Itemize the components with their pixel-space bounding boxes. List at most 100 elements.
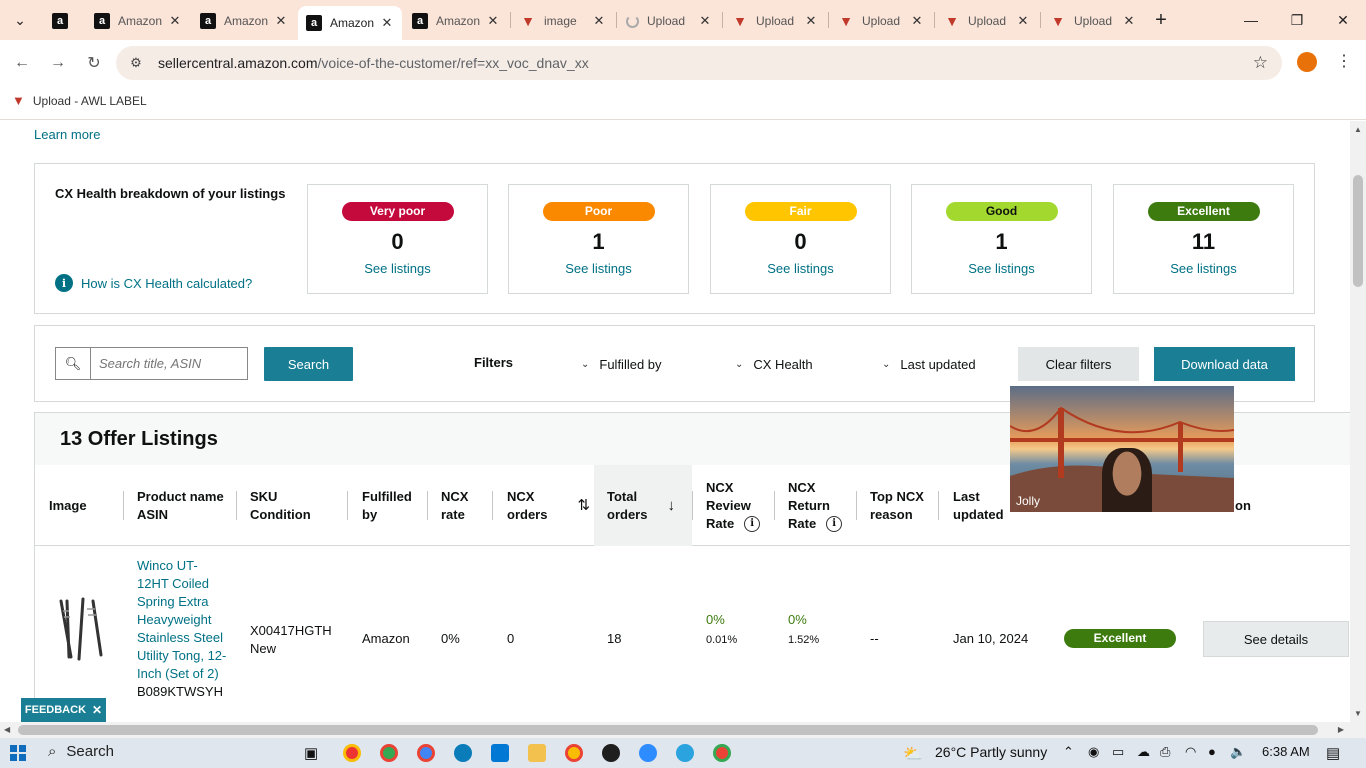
scroll-up-icon[interactable]: ▲ xyxy=(1354,125,1362,134)
close-tab-icon[interactable]: ✕ xyxy=(592,13,606,29)
minimize-icon[interactable]: — xyxy=(1228,0,1274,40)
browser-tab[interactable]: ▼ image ✕ xyxy=(512,6,614,36)
file-explorer-icon[interactable] xyxy=(528,744,546,762)
close-tab-icon[interactable]: ✕ xyxy=(910,13,924,29)
scroll-left-icon[interactable]: ◀ xyxy=(4,725,10,734)
back-arrow-icon[interactable]: ← xyxy=(9,50,35,76)
browser-tab[interactable]: ▼ Upload ✕ xyxy=(724,6,826,36)
chrome-icon[interactable] xyxy=(380,744,398,762)
feedback-button[interactable]: FEEDBACK ✕ xyxy=(21,698,106,722)
browser-tab[interactable]: Upload ✕ xyxy=(618,6,720,36)
record-icon[interactable]: ◉ xyxy=(1088,744,1099,760)
scroll-right-icon[interactable]: ▶ xyxy=(1338,725,1344,734)
browser-tab[interactable]: ▼ Upload ✕ xyxy=(1042,6,1144,36)
see-listings-link[interactable]: See listings xyxy=(509,261,688,276)
restore-icon[interactable]: ❐ xyxy=(1274,0,1320,40)
browser-tab[interactable]: a xyxy=(44,6,84,36)
close-tab-icon[interactable]: ✕ xyxy=(380,15,394,31)
clock[interactable]: 6:38 AM xyxy=(1262,744,1310,759)
search-button[interactable]: Search xyxy=(264,347,353,381)
close-tab-icon[interactable]: ✕ xyxy=(1122,13,1136,29)
vertical-scrollbar[interactable]: ▲ ▼ xyxy=(1350,121,1366,722)
browser-tab[interactable]: a Amazon ✕ xyxy=(86,6,190,36)
info-icon[interactable]: i xyxy=(744,516,761,533)
browser-tab[interactable]: ▼ Upload ✕ xyxy=(936,6,1038,36)
wifi-icon[interactable]: ◠ xyxy=(1185,744,1196,760)
notifications-icon[interactable]: ▤ xyxy=(1326,744,1340,762)
weather-icon[interactable]: ⛅ xyxy=(903,744,923,764)
cx-health-dropdown[interactable]: ⌄ CX Health xyxy=(735,357,813,372)
col-ncx-rate[interactable]: NCX rate xyxy=(441,465,468,546)
col-total-orders[interactable]: Total orders ↓ xyxy=(594,465,692,546)
forward-arrow-icon[interactable]: → xyxy=(45,50,71,76)
weather-text[interactable]: 26°C Partly sunny xyxy=(935,744,1047,760)
reload-icon[interactable]: ↻ xyxy=(81,50,107,76)
close-tab-icon[interactable]: ✕ xyxy=(274,13,288,29)
fulfilled-by-dropdown[interactable]: ⌄ Fulfilled by xyxy=(581,357,662,372)
taskbar-search[interactable]: ⌕ Search xyxy=(48,743,114,760)
clear-filters-button[interactable]: Clear filters xyxy=(1018,347,1139,381)
horizontal-scrollbar[interactable]: ◀ ▶ xyxy=(0,722,1366,738)
speaker-icon[interactable]: 🔈 xyxy=(1230,744,1246,760)
col-last-updated[interactable]: Last updated xyxy=(953,465,1004,546)
microphone-icon[interactable]: ● xyxy=(1208,744,1216,759)
col-fulfilled-by[interactable]: Fulfilled by xyxy=(362,465,412,546)
col-top-ncx-reason[interactable]: Top NCX reason xyxy=(870,465,924,546)
chrome-icon[interactable] xyxy=(417,744,435,762)
store-icon[interactable] xyxy=(491,744,509,762)
browser-tab-active[interactable]: a Amazon ✕ xyxy=(298,6,402,40)
browser-tab[interactable]: ▼ Upload ✕ xyxy=(830,6,932,36)
video-call-overlay[interactable]: Jolly xyxy=(1010,386,1234,512)
edge-icon[interactable] xyxy=(454,744,472,762)
windows-start-icon[interactable] xyxy=(10,745,26,761)
scroll-thumb[interactable] xyxy=(18,725,1318,735)
close-tab-icon[interactable]: ✕ xyxy=(1016,13,1030,29)
chevron-up-icon[interactable]: ⌃ xyxy=(1063,744,1074,760)
sort-down-arrow-icon[interactable]: ↓ xyxy=(667,497,675,515)
learn-more-link[interactable]: Learn more xyxy=(34,127,100,142)
col-product[interactable]: Product name ASIN xyxy=(137,465,224,546)
browser-tab[interactable]: a Amazon ✕ xyxy=(404,6,508,36)
see-details-button[interactable]: See details xyxy=(1203,621,1349,657)
chrome-icon[interactable] xyxy=(713,744,731,762)
chrome-icon[interactable] xyxy=(565,744,583,762)
col-ncx-orders[interactable]: NCX orders ⇅ xyxy=(507,465,590,546)
close-window-icon[interactable]: ✕ xyxy=(1320,0,1366,40)
meet-icon[interactable]: ▭ xyxy=(1112,744,1124,760)
printer-icon[interactable]: ⎙ xyxy=(1160,744,1170,760)
product-name-link[interactable]: Winco UT-12HT Coiled Spring Extra Heavyw… xyxy=(137,557,227,701)
see-listings-link[interactable]: See listings xyxy=(308,261,487,276)
zoom-icon[interactable] xyxy=(639,744,657,762)
close-tab-icon[interactable]: ✕ xyxy=(698,13,712,29)
close-tab-icon[interactable]: ✕ xyxy=(486,13,500,29)
address-bar[interactable]: ⚙ sellercentral.amazon.com/voice-of-the-… xyxy=(116,46,1282,80)
chrome-icon[interactable] xyxy=(343,744,361,762)
task-view-icon[interactable]: ▣ xyxy=(304,744,318,762)
telegram-icon[interactable] xyxy=(676,744,694,762)
see-listings-link[interactable]: See listings xyxy=(912,261,1091,276)
scroll-thumb[interactable] xyxy=(1353,175,1363,287)
see-listings-link[interactable]: See listings xyxy=(1114,261,1293,276)
new-tab-plus-icon[interactable]: + xyxy=(1138,0,1184,40)
onedrive-icon[interactable]: ☁ xyxy=(1137,744,1150,760)
close-icon[interactable]: ✕ xyxy=(92,703,102,717)
how-cx-health-link[interactable]: i How is CX Health calculated? xyxy=(55,274,252,292)
slack-icon[interactable] xyxy=(602,744,620,762)
info-icon[interactable]: i xyxy=(826,516,843,533)
col-ncx-return-rate[interactable]: NCX Return Rate i xyxy=(788,465,843,546)
tab-search-chevron-icon[interactable]: ⌄ xyxy=(0,0,40,40)
scroll-down-icon[interactable]: ▼ xyxy=(1354,709,1362,718)
profile-avatar-icon[interactable] xyxy=(1297,52,1317,72)
col-sku[interactable]: SKU Condition xyxy=(250,465,311,546)
site-settings-icon[interactable]: ⚙ xyxy=(126,55,146,71)
close-tab-icon[interactable]: ✕ xyxy=(168,13,182,29)
col-ncx-review-rate[interactable]: NCX Review Rate i xyxy=(706,465,761,546)
browser-tab[interactable]: a Amazon ✕ xyxy=(192,6,296,36)
bookmark-upload-awl[interactable]: ▼ Upload - AWL LABEL xyxy=(12,93,147,108)
last-updated-dropdown[interactable]: ⌄ Last updated xyxy=(882,357,976,372)
menu-kebab-icon[interactable]: ⋮ xyxy=(1336,51,1352,71)
see-listings-link[interactable]: See listings xyxy=(711,261,890,276)
close-tab-icon[interactable]: ✕ xyxy=(804,13,818,29)
search-input[interactable] xyxy=(90,347,248,380)
download-data-button[interactable]: Download data xyxy=(1154,347,1295,381)
